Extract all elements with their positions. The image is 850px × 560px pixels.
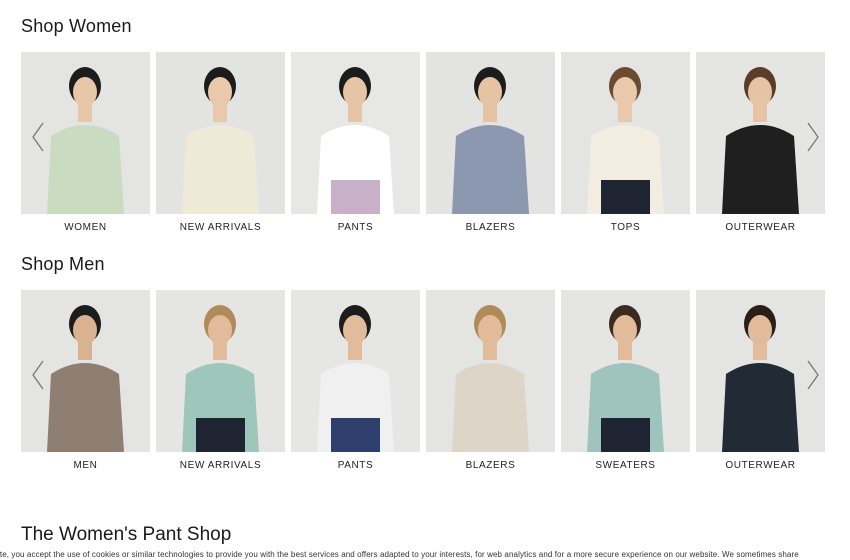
category-link[interactable]: BLAZERS [426, 222, 555, 233]
category-image[interactable] [426, 290, 555, 452]
category-tile[interactable]: NEW ARRIVALS [156, 52, 285, 233]
category-tile[interactable]: PANTS [291, 52, 420, 233]
women-carousel: WOMEN NEW ARRIVALS PANTS BLAZERS TOPS OUTERWE… [21, 52, 825, 242]
men-carousel: MEN NEW ARRIVALS PANTS BLAZERS SWEATERS OUTER… [21, 290, 825, 480]
category-link[interactable]: PANTS [291, 222, 420, 233]
shop-men-title: Shop Men [21, 254, 105, 274]
chevron-right-icon[interactable] [806, 122, 820, 152]
category-tile[interactable]: BLAZERS [426, 290, 555, 471]
category-tile[interactable]: NEW ARRIVALS [156, 290, 285, 471]
cookie-text: ite, you accept the use of cookies or si… [0, 550, 799, 559]
category-link[interactable]: NEW ARRIVALS [156, 460, 285, 471]
category-image[interactable] [426, 52, 555, 214]
category-tile[interactable]: SWEATERS [561, 290, 690, 471]
category-link[interactable]: MEN [21, 460, 150, 471]
category-link[interactable]: WOMEN [21, 222, 150, 233]
category-link[interactable]: TOPS [561, 222, 690, 233]
shop-women-title: Shop Women [21, 16, 132, 36]
chevron-left-icon[interactable] [31, 122, 45, 152]
category-image[interactable] [561, 52, 690, 214]
pant-shop-title: The Women's Pant Shop [21, 524, 232, 545]
category-tile[interactable]: TOPS [561, 52, 690, 233]
category-tile[interactable]: BLAZERS [426, 52, 555, 233]
category-link[interactable]: OUTERWEAR [696, 222, 825, 233]
category-tile[interactable]: PANTS [291, 290, 420, 471]
category-link[interactable]: PANTS [291, 460, 420, 471]
category-image[interactable] [561, 290, 690, 452]
category-image[interactable] [291, 290, 420, 452]
chevron-left-icon[interactable] [31, 360, 45, 390]
chevron-right-icon[interactable] [806, 360, 820, 390]
category-link[interactable]: BLAZERS [426, 460, 555, 471]
category-image[interactable] [156, 52, 285, 214]
category-link[interactable]: SWEATERS [561, 460, 690, 471]
category-link[interactable]: NEW ARRIVALS [156, 222, 285, 233]
cookie-banner: ite, you accept the use of cookies or si… [0, 549, 850, 560]
category-link[interactable]: OUTERWEAR [696, 460, 825, 471]
category-image[interactable] [156, 290, 285, 452]
category-image[interactable] [291, 52, 420, 214]
